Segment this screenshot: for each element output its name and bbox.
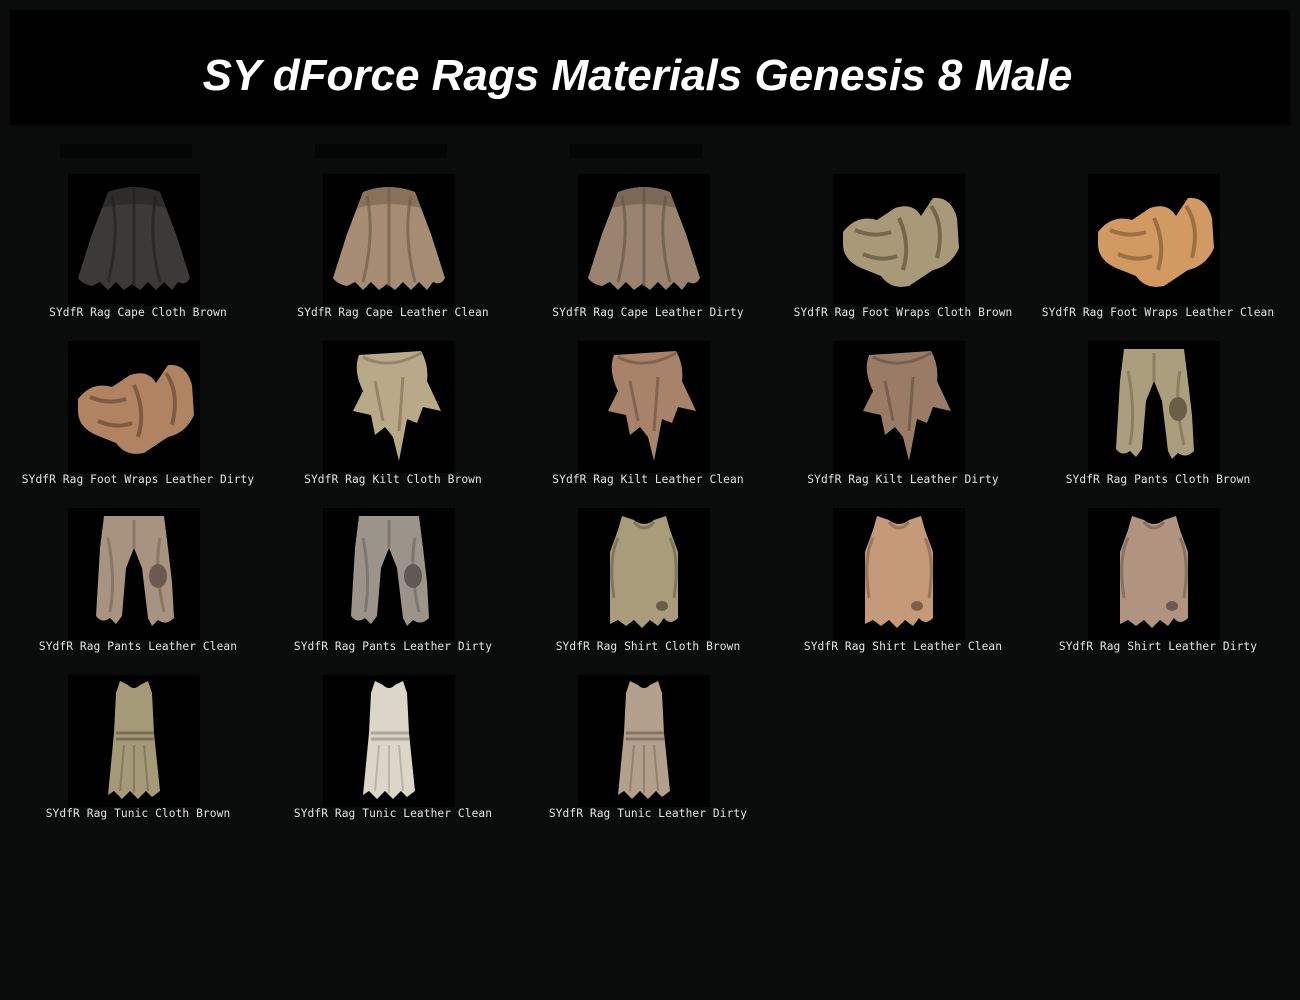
material-item[interactable]: SYdfR Rag Foot Wraps Leather Clean [1030,174,1286,334]
material-thumbnail[interactable] [323,341,455,473]
shirt-icon [1120,516,1188,628]
material-thumbnail[interactable] [68,341,200,473]
material-label: SYdfR Rag Kilt Cloth Brown [304,473,482,486]
header-strip [315,144,447,158]
material-item[interactable]: SYdfR Rag Tunic Leather Dirty [520,675,776,835]
material-label: SYdfR Rag Foot Wraps Cloth Brown [793,306,1013,319]
shirt-icon [610,516,678,628]
material-item[interactable]: SYdfR Rag Kilt Cloth Brown [265,341,521,501]
material-item[interactable]: SYdfR Rag Kilt Leather Clean [520,341,776,501]
material-item[interactable]: SYdfR Rag Tunic Leather Clean [265,675,521,835]
pants-icon [351,516,429,626]
material-label: SYdfR Rag Foot Wraps Leather Clean [1041,306,1275,319]
material-label: SYdfR Rag Kilt Leather Dirty [807,473,999,486]
material-thumbnail[interactable] [578,508,710,640]
material-thumbnail[interactable] [1088,341,1220,473]
material-label: SYdfR Rag Shirt Leather Clean [803,640,1003,653]
material-item[interactable]: SYdfR Rag Pants Leather Clean [10,508,266,668]
material-item[interactable]: SYdfR Rag Shirt Leather Dirty [1030,508,1286,668]
page-title: SY dForce Rags Materials Genesis 8 Male [202,51,1073,100]
tunic-icon [363,681,415,799]
material-thumbnail[interactable] [578,675,710,807]
material-thumbnail[interactable] [323,508,455,640]
tunic-icon [108,681,160,799]
material-thumbnail[interactable] [1088,508,1220,640]
material-item[interactable]: SYdfR Rag Cape Cloth Brown [10,174,266,334]
material-thumbnail[interactable] [68,508,200,640]
material-thumbnail[interactable] [833,341,965,473]
material-item[interactable]: SYdfR Rag Cape Leather Clean [265,174,521,334]
material-item[interactable]: SYdfR Rag Pants Leather Dirty [265,508,521,668]
tunic-icon [618,681,670,799]
material-thumbnail[interactable] [323,675,455,807]
header-strip [60,144,192,158]
material-label: SYdfR Rag Cape Leather Clean [297,306,489,319]
kilt-icon [353,351,441,461]
material-thumbnail[interactable] [323,174,455,306]
pants-icon [1116,349,1194,459]
material-label: SYdfR Rag Tunic Leather Dirty [548,807,748,820]
material-item[interactable]: SYdfR Rag Cape Leather Dirty [520,174,776,334]
cape-icon [78,187,190,290]
material-thumbnail[interactable] [578,174,710,306]
material-thumbnail[interactable] [1088,174,1220,306]
material-item[interactable]: SYdfR Rag Foot Wraps Cloth Brown [775,174,1031,334]
foot-icon [1098,197,1214,287]
material-item[interactable]: SYdfR Rag Foot Wraps Leather Dirty [10,341,266,501]
cape-icon [588,187,700,290]
foot-icon [843,197,959,287]
kilt-icon [863,351,951,461]
material-thumbnail[interactable] [578,341,710,473]
material-label: SYdfR Rag Cape Cloth Brown [49,306,227,319]
material-label: SYdfR Rag Tunic Leather Clean [293,807,493,820]
material-label: SYdfR Rag Tunic Cloth Brown [45,807,231,820]
material-label: SYdfR Rag Cape Leather Dirty [552,306,744,319]
material-label: SYdfR Rag Foot Wraps Leather Dirty [21,473,255,486]
material-item[interactable]: SYdfR Rag Kilt Leather Dirty [775,341,1031,501]
header-strip [570,144,702,158]
material-item[interactable]: SYdfR Rag Shirt Cloth Brown [520,508,776,668]
foot-icon [78,364,194,454]
material-item[interactable]: SYdfR Rag Shirt Leather Clean [775,508,1031,668]
material-thumbnail[interactable] [833,174,965,306]
material-label: SYdfR Rag Shirt Cloth Brown [555,640,741,653]
shirt-icon [865,516,933,628]
material-label: SYdfR Rag Pants Cloth Brown [1065,473,1251,486]
material-thumbnail[interactable] [68,174,200,306]
kilt-icon [608,351,696,461]
material-item[interactable]: SYdfR Rag Pants Cloth Brown [1030,341,1286,501]
material-label: SYdfR Rag Shirt Leather Dirty [1058,640,1258,653]
material-thumbnail[interactable] [68,675,200,807]
material-label: SYdfR Rag Pants Leather Clean [38,640,238,653]
material-item[interactable]: SYdfR Rag Tunic Cloth Brown [10,675,266,835]
material-thumbnail[interactable] [833,508,965,640]
material-label: SYdfR Rag Pants Leather Dirty [293,640,493,653]
cape-icon [333,187,445,290]
pants-icon [96,516,174,626]
material-label: SYdfR Rag Kilt Leather Clean [552,473,744,486]
